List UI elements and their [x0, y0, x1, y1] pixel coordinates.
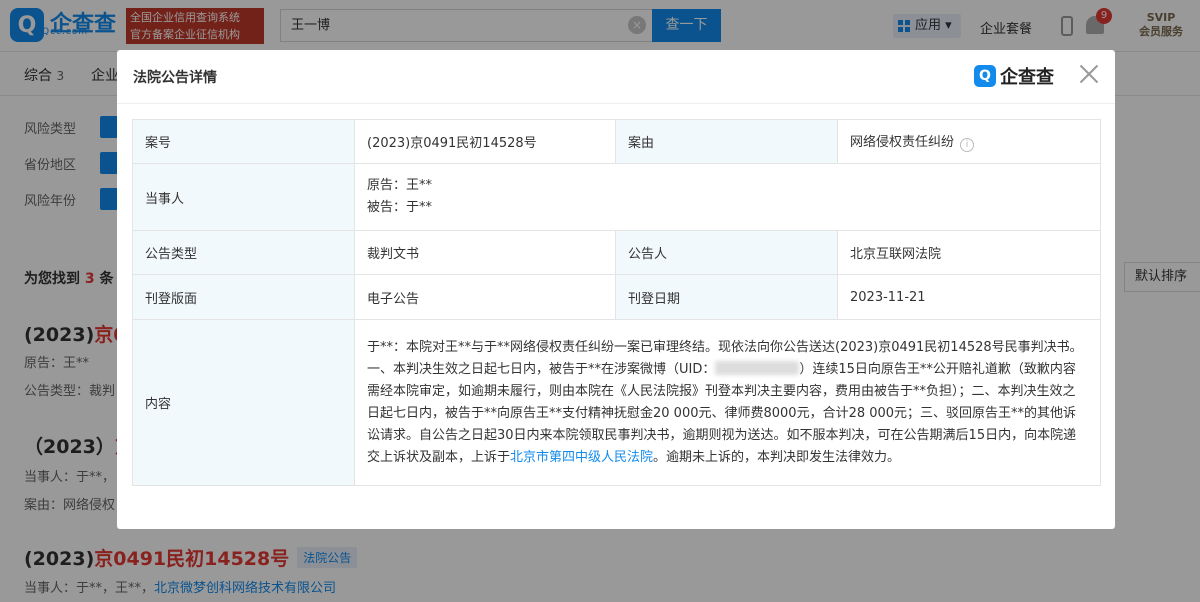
cause-value: 网络侵权责任纠纷 — [850, 135, 955, 150]
case-no-value: (2023)京0491民初14528号 — [354, 119, 616, 164]
section-label: 刊登版面 — [132, 274, 355, 320]
court-link[interactable]: 北京市第四中级人民法院 — [510, 450, 653, 465]
party-cell: 原告：王** 被告：于** — [354, 163, 1101, 231]
qcc-logo-icon: Q — [974, 65, 996, 87]
content-label: 内容 — [132, 319, 355, 486]
close-icon[interactable] — [1077, 62, 1101, 86]
type-label: 公告类型 — [132, 230, 355, 275]
modal-title: 法院公告详情 — [133, 70, 217, 86]
modal-logo-text: 企查查 — [1000, 67, 1054, 88]
announcer-label: 公告人 — [615, 230, 838, 275]
info-icon[interactable]: i — [960, 138, 975, 152]
cause-label: 案由 — [615, 119, 838, 164]
table-row: 公告类型 裁判文书 公告人 北京互联网法院 — [132, 230, 1101, 275]
defendant: 被告：于** — [367, 200, 433, 215]
content-text-3: 。逾期未上诉的，本判决即发生法律效力。 — [653, 449, 901, 465]
date-value: 2023-11-21 — [837, 274, 1101, 320]
announcer-value: 北京互联网法院 — [837, 230, 1101, 275]
modal-qcc-logo: Q 企查查 — [974, 63, 1054, 89]
notice-detail-table: 案号 (2023)京0491民初14528号 案由 网络侵权责任纠纷 i 当事人 … — [132, 119, 1101, 486]
table-row: 案号 (2023)京0491民初14528号 案由 网络侵权责任纠纷 i — [132, 119, 1101, 164]
modal-divider — [117, 103, 1115, 104]
plaintiff: 原告：王** — [367, 178, 433, 193]
court-notice-modal: 法院公告详情 Q 企查查 案号 (2023)京0491民初14528号 案由 网… — [117, 50, 1115, 529]
type-value: 裁判文书 — [354, 230, 616, 275]
table-row: 内容 于**：本院对王**与于**网络侵权责任纠纷一案已审理终结。现依法向你公告… — [132, 319, 1101, 486]
table-row: 当事人 原告：王** 被告：于** — [132, 163, 1101, 231]
table-row: 刊登版面 电子公告 刊登日期 2023-11-21 — [132, 274, 1101, 320]
party-label: 当事人 — [132, 163, 355, 231]
section-value: 电子公告 — [354, 274, 616, 320]
content-cell: 于**：本院对王**与于**网络侵权责任纠纷一案已审理终结。现依法向你公告送达(… — [354, 319, 1101, 486]
cause-cell: 网络侵权责任纠纷 i — [837, 119, 1101, 164]
date-label: 刊登日期 — [615, 274, 838, 320]
case-no-label: 案号 — [132, 119, 355, 164]
redacted-uid — [715, 360, 800, 375]
